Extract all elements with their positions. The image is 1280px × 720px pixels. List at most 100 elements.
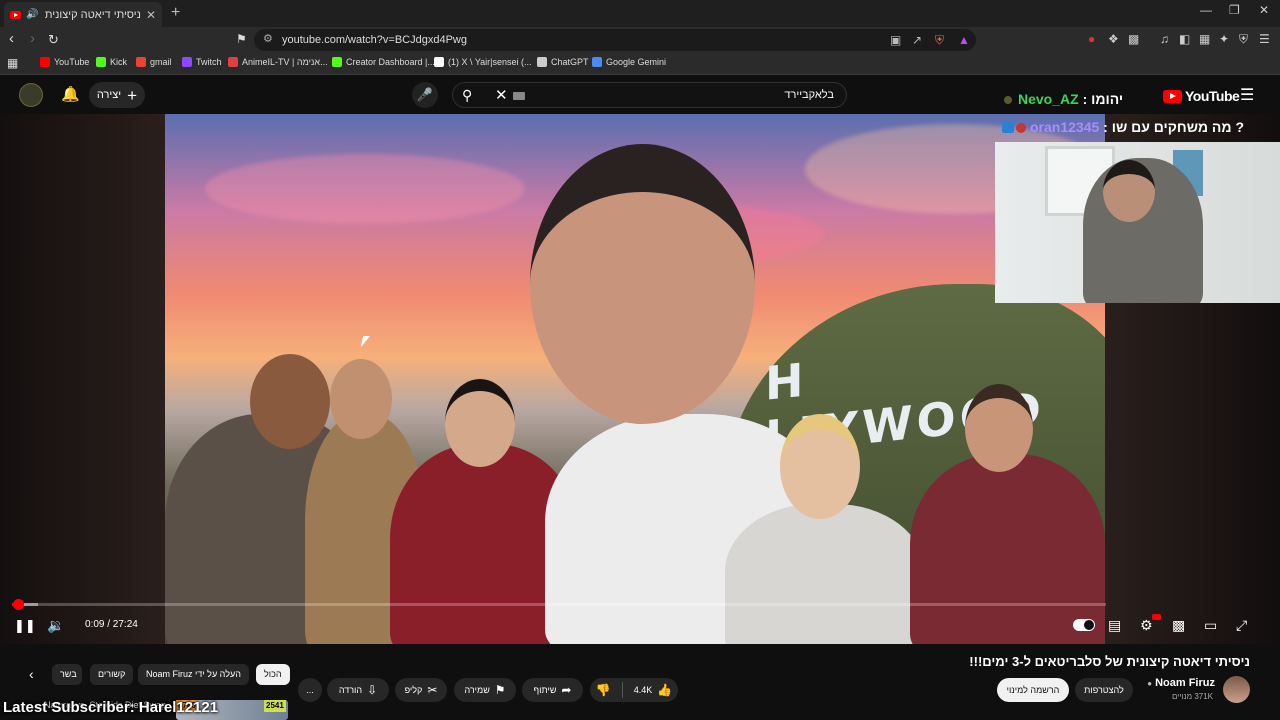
bookmark-favicon-icon: [40, 57, 50, 67]
notifications-bell-icon[interactable]: 🔔: [61, 85, 80, 103]
share-icon: ➦: [561, 683, 572, 697]
account-avatar[interactable]: [19, 83, 43, 107]
bookmark-label: Creator Dashboard |...: [346, 57, 435, 67]
sidebar-icon[interactable]: ◧: [1179, 32, 1190, 46]
subtitles-icon[interactable]: ▤: [1108, 617, 1121, 634]
bookmark-item[interactable]: Google Gemini: [592, 57, 666, 67]
subscribe-button[interactable]: הרשמה למינוי: [997, 678, 1069, 702]
progress-bar[interactable]: [12, 599, 1106, 610]
bookmark-label: AnimeIL-TV | אנימה...: [242, 57, 328, 67]
channel-avatar[interactable]: [1223, 676, 1250, 703]
share-label: שיתוף: [533, 685, 557, 695]
new-tab-icon[interactable]: +: [171, 4, 180, 22]
bookmark-label: Twitch: [196, 57, 222, 67]
voice-search-mic-icon[interactable]: 🎤: [412, 82, 438, 108]
more-icon: ...: [306, 685, 314, 695]
speaker-icon[interactable]: 🔊: [26, 9, 38, 20]
channel-name[interactable]: ● Noam Firuz: [1147, 677, 1215, 689]
bookmark-item[interactable]: Creator Dashboard |...: [332, 57, 435, 67]
media-icon[interactable]: ♫: [1160, 32, 1169, 46]
install-app-icon[interactable]: ▣: [890, 33, 901, 47]
save-button[interactable]: שמירה ⚑: [454, 678, 516, 702]
window-close-icon[interactable]: ✕: [1259, 3, 1269, 17]
like-icon[interactable]: 👍: [657, 683, 672, 697]
bookmark-favicon-icon: [228, 57, 238, 67]
clip-button[interactable]: קליפ ✂: [395, 678, 447, 702]
download-button[interactable]: הורדה ⇩: [327, 678, 389, 702]
brave-shields-icon[interactable]: ⛨: [935, 33, 944, 48]
miniplayer-icon[interactable]: ▩: [1172, 617, 1185, 634]
youtube-favicon-icon: [10, 10, 21, 19]
person-figure: [725, 504, 925, 644]
create-button[interactable]: יצירה +: [89, 82, 145, 108]
chip-filter-active[interactable]: הכול: [256, 664, 290, 685]
close-tab-icon[interactable]: ✕: [146, 8, 156, 22]
bookmark-favicon-icon: [537, 57, 547, 67]
volume-icon[interactable]: 🔉: [47, 617, 64, 634]
bookmark-item[interactable]: AnimeIL-TV | אנימה...: [228, 57, 328, 67]
create-label: יצירה: [96, 89, 122, 101]
chat-badge-icon: [1002, 121, 1014, 133]
extension-box-icon[interactable]: ▩: [1128, 32, 1139, 46]
more-actions-button[interactable]: ...: [298, 678, 322, 702]
autoplay-toggle[interactable]: [1073, 619, 1095, 631]
wallet-icon[interactable]: ▦: [1199, 32, 1210, 46]
search-icon[interactable]: ⚲: [462, 87, 472, 104]
cast-icon[interactable]: ▭: [1204, 617, 1217, 634]
chips-scroll-left-icon[interactable]: ‹: [29, 666, 34, 682]
search-query-text: בלאקביירד: [784, 89, 834, 101]
chip-filter[interactable]: בשר: [52, 664, 82, 685]
bookmark-item[interactable]: ChatGPT: [537, 57, 589, 67]
extension-puzzle-icon[interactable]: ❖: [1108, 32, 1119, 46]
bookmark-item[interactable]: YouTube: [40, 57, 89, 67]
join-label: להצטרפות: [1084, 685, 1124, 695]
extension-red-icon[interactable]: ●: [1088, 32, 1095, 46]
search-input[interactable]: ⚲ ✕ בלאקביירד: [452, 82, 847, 108]
hd-badge-icon: [1152, 614, 1161, 620]
bookmark-item[interactable]: (1) X \ Yair|sensei (...: [434, 57, 532, 67]
bookmark-label: YouTube: [54, 57, 90, 67]
brave-rewards-icon[interactable]: ▲: [958, 33, 970, 47]
apps-grid-icon[interactable]: ▦: [7, 56, 18, 70]
person-head: [250, 354, 330, 449]
chip-filter[interactable]: קשורים: [90, 664, 134, 685]
leo-ai-icon[interactable]: ✦: [1219, 32, 1229, 46]
pause-icon[interactable]: ❚❚: [14, 618, 36, 634]
address-bar[interactable]: ⚙ youtube.com/watch?v=BCJdgxd4Pwg ▣ ↗ ⛨ …: [254, 29, 976, 51]
time-display: 0:09 / 27:24: [85, 619, 138, 630]
bookmark-page-icon[interactable]: ⚑: [236, 32, 247, 46]
fullscreen-icon[interactable]: ⤢: [1236, 617, 1247, 634]
minimize-icon[interactable]: —: [1200, 3, 1212, 17]
youtube-logo[interactable]: YouTube: [1163, 88, 1240, 104]
clear-search-icon[interactable]: ✕: [495, 86, 508, 104]
bookmark-item[interactable]: Twitch: [182, 57, 222, 67]
browser-menu-icon[interactable]: ☰: [1259, 32, 1270, 46]
bookmark-item[interactable]: Kick: [96, 57, 127, 67]
keyboard-icon[interactable]: [513, 92, 525, 100]
restore-icon[interactable]: ❐: [1229, 3, 1240, 17]
video-title: ניסיתי דיאטה קיצונית של סלבריטאים ל-3 ימ…: [969, 654, 1250, 669]
share-button[interactable]: שיתוף ➦: [522, 678, 583, 702]
settings-gear-icon[interactable]: ⚙: [1140, 617, 1153, 634]
guide-menu-icon[interactable]: ☰: [1240, 85, 1254, 105]
forward-icon[interactable]: ›: [30, 30, 35, 47]
vpn-icon[interactable]: ⛨: [1239, 32, 1248, 47]
reload-icon[interactable]: ↻: [48, 32, 59, 48]
chat-username: oran12345: [1030, 119, 1100, 135]
share-page-icon[interactable]: ↗: [912, 33, 922, 47]
like-divider: [621, 682, 623, 698]
browser-tab-active[interactable]: 🔊 ניסיתי דיאטה קיצונית של סלב ✕: [4, 2, 162, 27]
bookmark-favicon-icon: [136, 57, 146, 67]
chat-text: : מה משחקים עם שו ?: [1103, 119, 1245, 135]
bookmark-item[interactable]: gmail: [136, 57, 172, 67]
dislike-icon[interactable]: 👎: [596, 683, 611, 697]
back-icon[interactable]: ‹: [9, 30, 14, 47]
progress-scrubber-handle[interactable]: [13, 599, 25, 610]
chip-filter[interactable]: Noam Firuz העלה על ידי: [138, 664, 249, 685]
bookmark-favicon-icon: [434, 57, 444, 67]
sky-cloud: [205, 154, 525, 224]
video-frame[interactable]: H LLYWOOD: [165, 114, 1105, 644]
person-figure: [910, 454, 1105, 644]
site-info-icon[interactable]: ⚙: [263, 32, 273, 45]
join-button[interactable]: להצטרפות: [1075, 678, 1133, 702]
